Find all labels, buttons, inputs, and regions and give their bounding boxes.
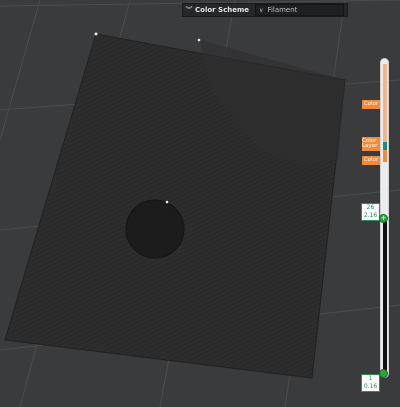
seam-marker-2 [197, 38, 201, 42]
lower-layer-number: 1 [368, 375, 373, 382]
color-band-lower [383, 150, 387, 162]
upper-layer-number: 26 [366, 204, 375, 211]
upper-slider-handle[interactable]: + [379, 214, 388, 223]
seam-marker [94, 32, 98, 36]
color-change-marker[interactable]: Color [362, 100, 380, 109]
model-hole [125, 199, 185, 259]
color-change-marker-2[interactable]: Color [362, 156, 380, 165]
layer-slider-fill [383, 218, 387, 374]
seam-marker-3 [165, 200, 169, 204]
print-bed-view[interactable] [0, 0, 400, 407]
color-scheme-toolbar: ︾ Color Scheme ∨ Filament [182, 3, 348, 17]
color-scheme-label: Color Scheme [195, 6, 250, 14]
color-band-upper [383, 64, 387, 144]
upper-layer-height: 2.16 [363, 212, 378, 219]
color-band-mid [383, 142, 387, 150]
lower-slider-handle[interactable] [379, 369, 388, 378]
lower-layer-height: 0.16 [363, 383, 378, 390]
color-scheme-value: Filament [267, 6, 298, 14]
chevron-down-icon: ∨ [259, 6, 264, 14]
color-layer-marker[interactable]: Color Layer [362, 137, 380, 151]
upper-layer-label: 26 2.16 [361, 203, 380, 221]
color-scheme-select[interactable]: ∨ Filament [255, 4, 344, 16]
lower-layer-label: 1 0.16 [361, 374, 380, 392]
double-chevron-down-icon[interactable]: ︾ [183, 5, 195, 15]
